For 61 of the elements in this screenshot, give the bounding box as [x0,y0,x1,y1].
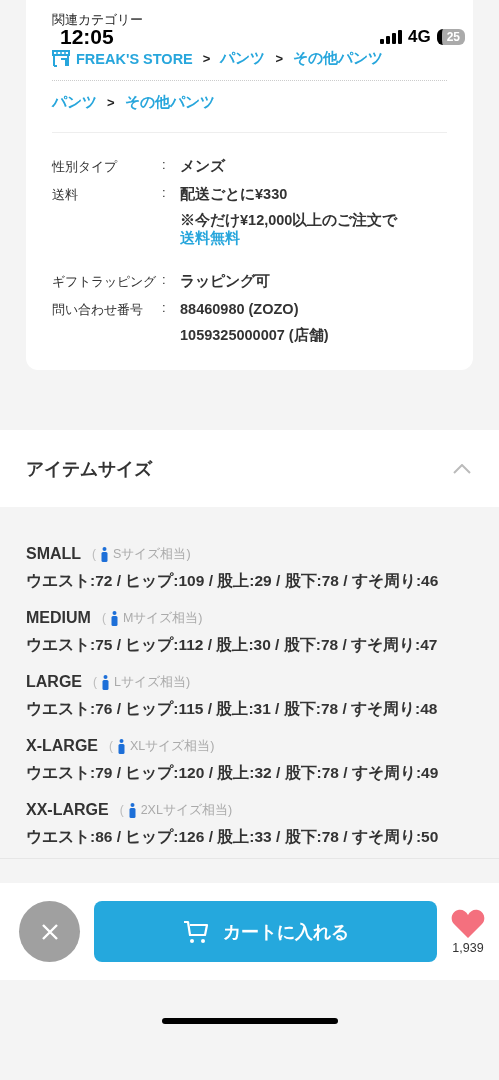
detail-value: ラッピング可 [180,272,270,290]
size-measurements: ウエスト:76 / ヒップ:115 / 股上:31 / 股下:78 / すそ周り:48 [26,699,439,719]
paren-mark: ( [92,547,97,561]
paren-mark: ( [109,739,113,753]
person-icon [102,674,109,690]
size-measurements: ウエスト:75 / ヒップ:112 / 股上:30 / 股下:78 / すそ周り:47 [26,635,439,655]
breadcrumb-link[interactable]: パンツ [52,93,97,112]
size-measurements: ウエスト:79 / ヒップ:120 / 股上:32 / 股下:78 / すそ周り:49 [26,763,440,783]
close-icon [40,922,59,941]
section-title: アイテムサイズ [26,457,152,481]
detail-value: ※今だけ¥12,000以上のご注文で 送料無料 [180,211,399,247]
breadcrumb-link[interactable]: その他パンツ [124,93,215,112]
detail-value: 88460980 (ZOZO) [180,300,300,318]
detail-value: 配送ごとに¥330 [180,185,289,203]
size-name: X-LARGE [26,737,98,755]
detail-label: ギフトラッピング [52,273,157,291]
paren-mark: ( [93,675,97,689]
paren-mark: ( [101,611,106,625]
size-name: MEDIUM [26,609,91,627]
detail-label: 性別タイプ [52,158,119,176]
size-name: XX-LARGE [26,801,109,819]
network-label: 4G [407,27,431,47]
breadcrumb-link[interactable]: FREAK'S STORE [76,50,193,67]
breadcrumb-separator: > [202,51,211,66]
battery-indicator: 25 [436,29,465,45]
paren-mark: ( [119,803,124,817]
section-heading: 関連カテゴリー [52,12,144,27]
detail-value: 1059325000007 (店舗) [180,326,329,344]
size-equivalent: Mサイズ相当) [122,609,203,627]
size-equivalent: Lサイズ相当) [114,673,191,691]
person-icon [128,802,136,818]
favorite-count: 1,939 [452,940,484,955]
size-equivalent: 2XLサイズ相当) [140,801,233,819]
detail-label: 問い合わせ番号 [52,301,144,319]
signal-icon [379,30,402,44]
breadcrumb-separator: > [107,95,115,110]
accordion-header[interactable]: アイテムサイズ [0,430,499,507]
person-icon [118,738,125,754]
size-equivalent: XLサイズ相当) [130,737,215,755]
detail-label: 送料 [52,186,79,204]
status-time: 12:05 [60,25,114,49]
detail-colon: : [162,185,167,202]
person-icon [110,610,118,626]
size-name: SMALL [26,545,82,563]
detail-colon: : [162,300,167,317]
storefront-icon [52,50,70,67]
free-shipping-link[interactable]: 送料無料 [180,230,240,246]
person-icon [101,546,109,562]
size-measurements: ウエスト:86 / ヒップ:126 / 股上:33 / 股下:78 / すそ周り:50 [26,827,440,847]
cart-icon [182,919,209,944]
detail-colon: : [162,272,167,289]
add-to-cart-button[interactable]: カートに入れる [94,901,437,962]
size-measurements: ウエスト:72 / ヒップ:109 / 股上:29 / 股下:78 / すそ周り:46 [26,571,440,591]
breadcrumb-link[interactable]: その他パンツ [292,49,383,68]
heart-icon[interactable] [451,908,485,939]
breadcrumb-separator: > [275,51,283,66]
size-name: LARGE [26,673,82,691]
breadcrumb-link[interactable]: パンツ [220,49,266,68]
detail-colon: : [162,157,167,174]
size-equivalent: Sサイズ相当) [113,545,191,563]
detail-value: メンズ [180,157,225,175]
